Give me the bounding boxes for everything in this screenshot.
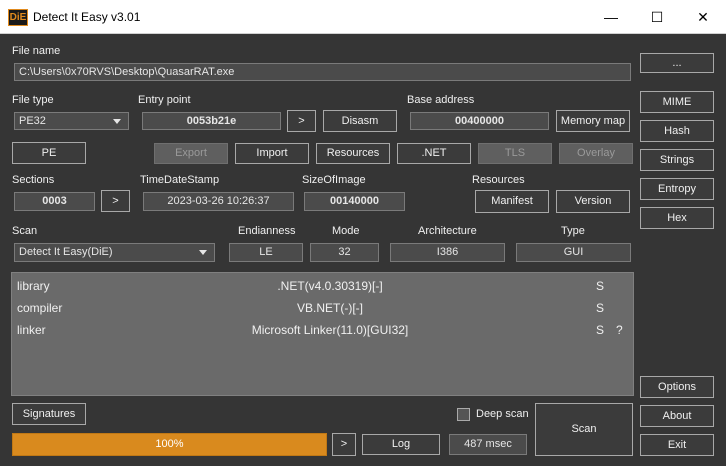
base-address-field[interactable]: 00400000	[410, 112, 549, 130]
entropy-button[interactable]: Entropy	[640, 178, 714, 200]
deep-scan-label: Deep scan	[476, 408, 529, 420]
result-s[interactable]: S	[596, 301, 604, 315]
sections-field[interactable]: 0003	[14, 192, 95, 211]
file-type-value: PE32	[19, 115, 46, 127]
strings-button[interactable]: Strings	[640, 149, 714, 171]
endianness-label: Endianness	[238, 225, 296, 237]
scan-label: Scan	[12, 225, 38, 237]
mode-label: Mode	[332, 225, 360, 237]
pe-button[interactable]: PE	[12, 142, 86, 164]
overlay-button[interactable]: Overlay	[559, 143, 633, 164]
version-button[interactable]: Version	[556, 190, 630, 213]
signatures-button[interactable]: Signatures	[12, 403, 86, 425]
options-button[interactable]: Options	[640, 376, 714, 398]
entry-point-field[interactable]: 0053b21e	[142, 112, 281, 130]
result-info[interactable]: ?	[616, 323, 623, 337]
hash-button[interactable]: Hash	[640, 120, 714, 142]
resources-label: Resources	[472, 174, 525, 186]
close-button[interactable]: ✕	[680, 0, 726, 34]
architecture-label: Architecture	[418, 225, 477, 237]
title-bar: DiE Detect It Easy v3.01 — ☐ ✕	[0, 0, 726, 34]
result-name: Microsoft Linker(11.0)[GUI32]	[251, 323, 409, 337]
file-name-field[interactable]: C:\Users\0x70RVS\Desktop\QuasarRAT.exe	[14, 63, 631, 81]
base-address-label: Base address	[407, 94, 475, 106]
mime-button[interactable]: MIME	[640, 91, 714, 113]
result-s[interactable]: S	[596, 279, 604, 293]
memory-map-button[interactable]: Memory map	[556, 110, 630, 132]
architecture-field[interactable]: I386	[390, 243, 505, 262]
scan-engine-value: Detect It Easy(DiE)	[19, 246, 113, 258]
log-button[interactable]: Log	[362, 434, 440, 455]
endianness-field[interactable]: LE	[229, 243, 303, 262]
resources-button[interactable]: Resources	[316, 143, 390, 164]
results-panel[interactable]: library .NET(v4.0.30319)[-] S compiler V…	[11, 272, 634, 396]
type-label: Type	[561, 225, 585, 237]
file-type-dropdown[interactable]: PE32	[14, 112, 129, 130]
net-button[interactable]: .NET	[397, 143, 471, 164]
scan-time: 487 msec	[449, 434, 527, 455]
about-button[interactable]: About	[640, 405, 714, 427]
result-name: VB.NET(-)[-]	[297, 301, 363, 315]
size-of-image-field[interactable]: 00140000	[304, 192, 405, 211]
chevron-down-icon	[113, 119, 121, 124]
sections-label: Sections	[12, 174, 55, 186]
exit-button[interactable]: Exit	[640, 434, 714, 456]
result-name: .NET(v4.0.30319)[-]	[277, 279, 383, 293]
size-of-image-label: SizeOfImage	[302, 174, 366, 186]
result-row[interactable]: library .NET(v4.0.30319)[-] S	[12, 275, 633, 297]
hex-button[interactable]: Hex	[640, 207, 714, 229]
timedatestamp-label: TimeDateStamp	[140, 174, 220, 186]
scan-progress-bar: 100%	[12, 433, 327, 456]
progress-go-button[interactable]: >	[332, 433, 356, 456]
entry-point-label: Entry point	[138, 94, 191, 106]
maximize-button[interactable]: ☐	[634, 0, 680, 34]
chevron-down-icon	[199, 250, 207, 255]
result-row[interactable]: compiler VB.NET(-)[-] S	[12, 297, 633, 319]
mode-field[interactable]: 32	[310, 243, 379, 262]
result-s[interactable]: S	[596, 323, 604, 337]
minimize-button[interactable]: —	[588, 0, 634, 34]
scan-button[interactable]: Scan	[535, 403, 633, 456]
tls-button[interactable]: TLS	[478, 143, 552, 164]
manifest-button[interactable]: Manifest	[475, 190, 549, 213]
sections-go-button[interactable]: >	[101, 190, 130, 212]
file-type-label: File type	[12, 94, 54, 106]
result-row[interactable]: linker Microsoft Linker(11.0)[GUI32] S ?	[12, 319, 633, 341]
export-button[interactable]: Export	[154, 143, 228, 164]
entry-point-go-button[interactable]: >	[287, 110, 316, 132]
scan-engine-dropdown[interactable]: Detect It Easy(DiE)	[14, 243, 215, 262]
browse-button[interactable]: ...	[640, 53, 714, 73]
disasm-button[interactable]: Disasm	[323, 110, 397, 132]
deep-scan-checkbox[interactable]	[457, 408, 470, 421]
window-title: Detect It Easy v3.01	[33, 10, 141, 24]
app-icon: DiE	[8, 9, 28, 26]
timedatestamp-field[interactable]: 2023-03-26 10:26:37	[143, 192, 294, 211]
import-button[interactable]: Import	[235, 143, 309, 164]
type-field[interactable]: GUI	[516, 243, 631, 262]
file-name-label: File name	[12, 45, 61, 57]
